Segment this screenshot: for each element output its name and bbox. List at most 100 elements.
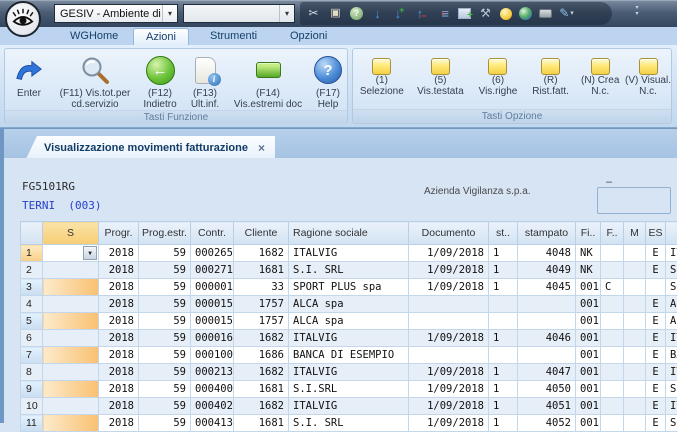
cell-es[interactable]: E bbox=[646, 398, 666, 415]
cell-s[interactable] bbox=[43, 347, 99, 364]
tab-opzioni[interactable]: Opzioni bbox=[278, 28, 339, 45]
cell-prog_estr[interactable]: 59 bbox=[139, 381, 191, 398]
cell-s[interactable] bbox=[43, 330, 99, 347]
cell-ragione[interactable]: S.I.SRL bbox=[289, 381, 409, 398]
table-row[interactable]: 22018590002711681S.I. SRL1/09/201814049N… bbox=[21, 262, 677, 279]
cell-progr[interactable]: 2018 bbox=[99, 245, 139, 262]
cell-documento[interactable]: 1/09/2018 bbox=[409, 245, 489, 262]
cell-progr[interactable]: 2018 bbox=[99, 262, 139, 279]
cell-contr[interactable]: 000015 bbox=[191, 296, 234, 313]
cell-documento[interactable]: 1/09/2018 bbox=[409, 364, 489, 381]
document-tab[interactable]: Visualizzazione movimenti fatturazione × bbox=[26, 136, 275, 159]
cell-stampato[interactable]: 4049 bbox=[518, 262, 576, 279]
tools-icon[interactable] bbox=[478, 6, 493, 21]
header-m[interactable]: M bbox=[624, 222, 646, 245]
header-stampato[interactable]: stampato bbox=[518, 222, 576, 245]
table-row[interactable]: 52018590000151757ALCA spa001EALCA spa bbox=[21, 313, 677, 330]
lightbulb-icon[interactable] bbox=[500, 8, 512, 20]
header-es[interactable]: ES bbox=[646, 222, 666, 245]
cell-progr[interactable]: 2018 bbox=[99, 364, 139, 381]
header-fi[interactable]: Fi.. bbox=[576, 222, 601, 245]
opt-v-visualnc-button[interactable]: (V) Visual. N.c. bbox=[625, 49, 671, 97]
cell-cliente[interactable]: 1681 bbox=[234, 262, 289, 279]
cell-fi[interactable]: 001 bbox=[576, 347, 601, 364]
cell-f[interactable] bbox=[601, 415, 624, 432]
cell-m[interactable] bbox=[624, 245, 646, 262]
cell-n[interactable]: 1 bbox=[21, 245, 43, 262]
list-icon[interactable] bbox=[436, 6, 451, 21]
cell-stampato[interactable]: 4051 bbox=[518, 398, 576, 415]
cell-s[interactable] bbox=[43, 381, 99, 398]
cell-documento[interactable] bbox=[409, 296, 489, 313]
cell-cliente[interactable]: 33 bbox=[234, 279, 289, 296]
cell-documento[interactable] bbox=[409, 313, 489, 330]
cell-stampato[interactable]: 4047 bbox=[518, 364, 576, 381]
cell-n[interactable]: 6 bbox=[21, 330, 43, 347]
cell-fi[interactable]: 001 bbox=[576, 364, 601, 381]
tab-wghome[interactable]: WGHome bbox=[58, 28, 130, 45]
cell-m[interactable] bbox=[624, 296, 646, 313]
header-st[interactable]: st.. bbox=[489, 222, 518, 245]
cell-st[interactable]: 1 bbox=[489, 279, 518, 296]
cell-cliente[interactable]: 1681 bbox=[234, 381, 289, 398]
enter-button[interactable]: Enter bbox=[5, 49, 53, 99]
cell-tail[interactable]: BANCA DI ESEMPIO bbox=[666, 347, 677, 364]
cell-st[interactable]: 1 bbox=[489, 262, 518, 279]
opt-1-selezione-button[interactable]: (1) Selezione bbox=[353, 49, 411, 97]
opt-5-vistestata-button[interactable]: (5) Vis.testata bbox=[411, 49, 471, 97]
table-row[interactable]: 112018590004131681S.I. SRL1/09/201814052… bbox=[21, 415, 677, 432]
header-documento[interactable]: Documento bbox=[409, 222, 489, 245]
cell-s[interactable] bbox=[43, 364, 99, 381]
cell-tail[interactable]: SPORT PLUS spa bbox=[666, 279, 677, 296]
cell-documento[interactable]: 1/09/2018 bbox=[409, 398, 489, 415]
cell-stampato[interactable]: 4052 bbox=[518, 415, 576, 432]
cell-progr[interactable]: 2018 bbox=[99, 381, 139, 398]
cell-es[interactable]: E bbox=[646, 296, 666, 313]
cell-m[interactable] bbox=[624, 279, 646, 296]
gesiv-eye-logo[interactable] bbox=[5, 1, 41, 37]
app-selector-dropdown[interactable]: GESIV - Ambiente di ▾ bbox=[54, 4, 178, 23]
cell-stampato[interactable] bbox=[518, 313, 576, 330]
cell-st[interactable]: 1 bbox=[489, 330, 518, 347]
cell-tail[interactable]: ITALVIG bbox=[666, 398, 677, 415]
cell-n[interactable]: 7 bbox=[21, 347, 43, 364]
cell-s[interactable] bbox=[43, 398, 99, 415]
edit-icon[interactable] bbox=[559, 6, 574, 21]
cell-m[interactable] bbox=[624, 330, 646, 347]
cell-progr[interactable]: 2018 bbox=[99, 347, 139, 364]
cell-contr[interactable]: 000400 bbox=[191, 381, 234, 398]
cell-m[interactable] bbox=[624, 415, 646, 432]
cell-ragione[interactable]: ITALVIG bbox=[289, 364, 409, 381]
cell-fi[interactable]: 001 bbox=[576, 279, 601, 296]
table-row[interactable]: 42018590000151757ALCA spa001EALCA spa bbox=[21, 296, 677, 313]
cell-contr[interactable]: 000001 bbox=[191, 279, 234, 296]
cell-st[interactable]: 1 bbox=[489, 245, 518, 262]
cell-n[interactable]: 8 bbox=[21, 364, 43, 381]
cell-f[interactable] bbox=[601, 398, 624, 415]
cell-es[interactable]: E bbox=[646, 364, 666, 381]
cell-fi[interactable]: 001 bbox=[576, 381, 601, 398]
close-icon[interactable]: × bbox=[258, 141, 265, 155]
cell-es[interactable]: E bbox=[646, 347, 666, 364]
cell-cliente[interactable]: 1757 bbox=[234, 296, 289, 313]
cell-ragione[interactable]: S.I. SRL bbox=[289, 262, 409, 279]
chevron-down-icon[interactable]: ▾ bbox=[162, 5, 177, 22]
move-down-icon[interactable] bbox=[370, 6, 385, 21]
cell-prog_estr[interactable]: 59 bbox=[139, 262, 191, 279]
cell-progr[interactable]: 2018 bbox=[99, 415, 139, 432]
cell-contr[interactable]: 000265 bbox=[191, 245, 234, 262]
table-row[interactable]: 62018590000161682ITALVIG1/09/20181404600… bbox=[21, 330, 677, 347]
opt-n-creanc-button[interactable]: (N) Crea N.c. bbox=[575, 49, 625, 97]
cell-fi[interactable]: 001 bbox=[576, 313, 601, 330]
cell-documento[interactable]: 1/09/2018 bbox=[409, 415, 489, 432]
cell-stampato[interactable] bbox=[518, 296, 576, 313]
header-cliente[interactable]: Cliente bbox=[234, 222, 289, 245]
cell-prog_estr[interactable]: 59 bbox=[139, 415, 191, 432]
new-window-icon[interactable] bbox=[458, 8, 471, 19]
cell-ragione[interactable]: ITALVIG bbox=[289, 245, 409, 262]
f12-indietro-button[interactable]: ← (F12) Indietro bbox=[137, 49, 183, 110]
cell-ragione[interactable]: ITALVIG bbox=[289, 330, 409, 347]
cell-stampato[interactable]: 4050 bbox=[518, 381, 576, 398]
cell-progr[interactable]: 2018 bbox=[99, 330, 139, 347]
cell-n[interactable]: 3 bbox=[21, 279, 43, 296]
